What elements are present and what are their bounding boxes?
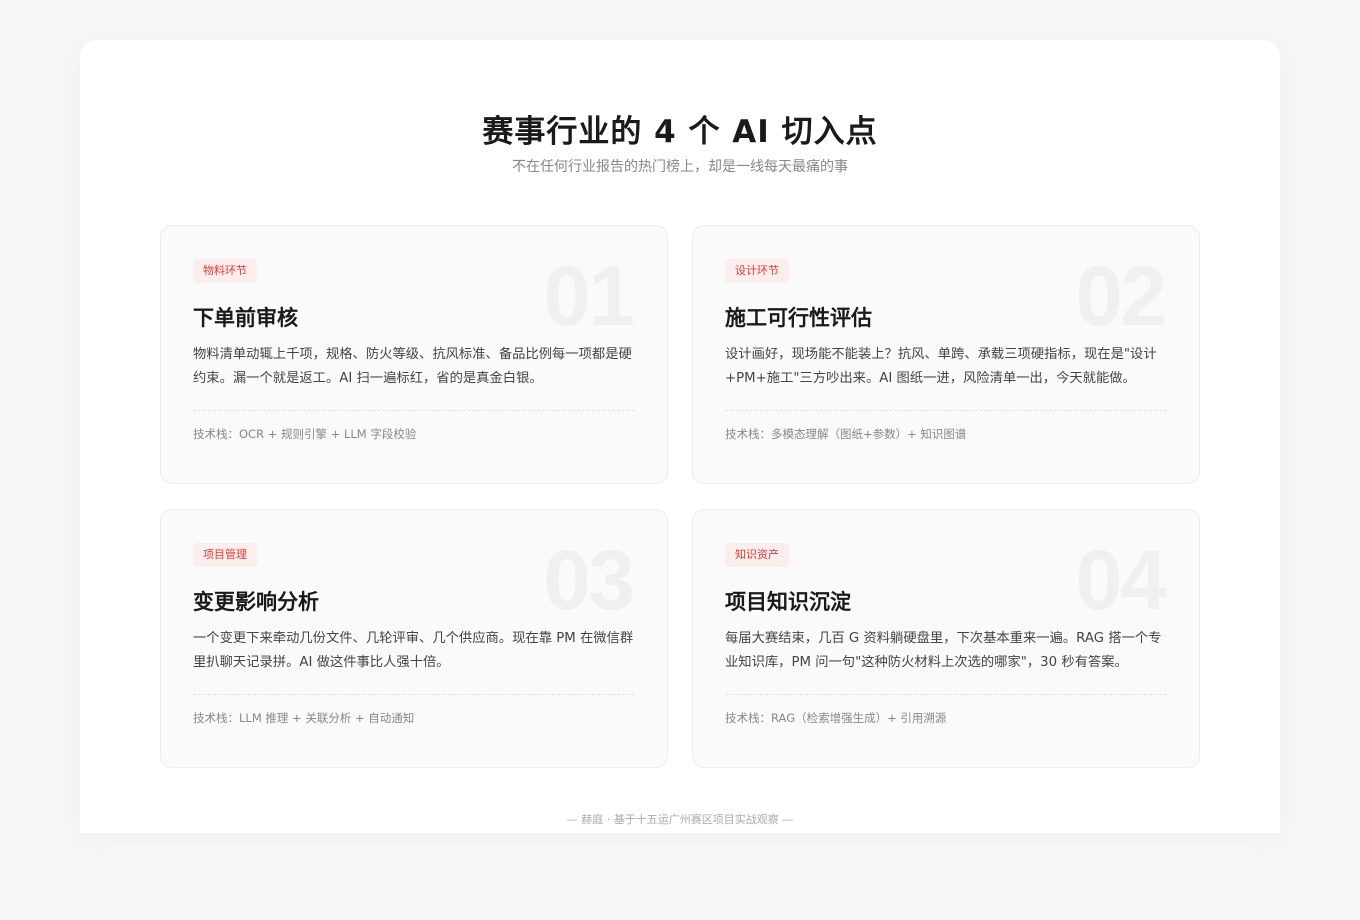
divider [193,410,635,411]
card-material: 01 物料环节 下单前审核 物料清单动辄上千项，规格、防火等级、抗风标准、备品比… [160,225,668,484]
page-title: 赛事行业的 4 个 AI 切入点 [482,114,878,150]
card-number: 02 [1075,249,1167,343]
card-number: 03 [543,533,635,627]
card-project-management: 03 项目管理 变更影响分析 一个变更下来牵动几份文件、几轮评审、几个供应商。现… [160,509,668,768]
card-knowledge: 04 知识资产 项目知识沉淀 每届大赛结束，几百 G 资料躺硬盘里，下次基本重来… [692,509,1200,768]
card-title: 项目知识沉淀 [725,590,851,614]
divider [193,694,635,695]
card-number: 01 [543,249,635,343]
card-description: 设计画好，现场能不能装上？抗风、单跨、承载三项硬指标，现在是"设计+PM+施工"… [725,347,1157,386]
card-title: 下单前审核 [193,306,298,330]
divider [725,410,1167,411]
card-description: 一个变更下来牵动几份文件、几轮评审、几个供应商。现在靠 PM 在微信群里扒聊天记… [193,631,634,670]
footer-credit: — 赫庭 · 基于十五运广州赛区项目实战观察 — [566,813,794,826]
category-tag: 设计环节 [725,259,789,283]
tech-stack: 技术栈：OCR + 规则引擎 + LLM 字段校验 [193,427,417,441]
card-design: 02 设计环节 施工可行性评估 设计画好，现场能不能装上？抗风、单跨、承载三项硬… [692,225,1200,484]
category-tag: 项目管理 [193,543,257,567]
page-subtitle: 不在任何行业报告的热门榜上，却是一线每天最痛的事 [512,159,848,175]
card-description: 每届大赛结束，几百 G 资料躺硬盘里，下次基本重来一遍。RAG 搭一个专业知识库… [725,631,1162,670]
content-sheet: 赛事行业的 4 个 AI 切入点 不在任何行业报告的热门榜上，却是一线每天最痛的… [80,40,1280,833]
divider [725,694,1167,695]
card-description: 物料清单动辄上千项，规格、防火等级、抗风标准、备品比例每一项都是硬约束。漏一个就… [193,347,632,386]
card-title: 变更影响分析 [193,590,319,614]
tech-stack: 技术栈：LLM 推理 + 关联分析 + 自动通知 [193,711,415,725]
card-number: 04 [1075,533,1167,627]
tech-stack: 技术栈：RAG（检索增强生成）+ 引用溯源 [725,711,947,725]
tech-stack: 技术栈：多模态理解（图纸+参数）+ 知识图谱 [725,427,967,441]
category-tag: 知识资产 [725,543,789,567]
card-title: 施工可行性评估 [725,306,872,330]
category-tag: 物料环节 [193,259,257,283]
